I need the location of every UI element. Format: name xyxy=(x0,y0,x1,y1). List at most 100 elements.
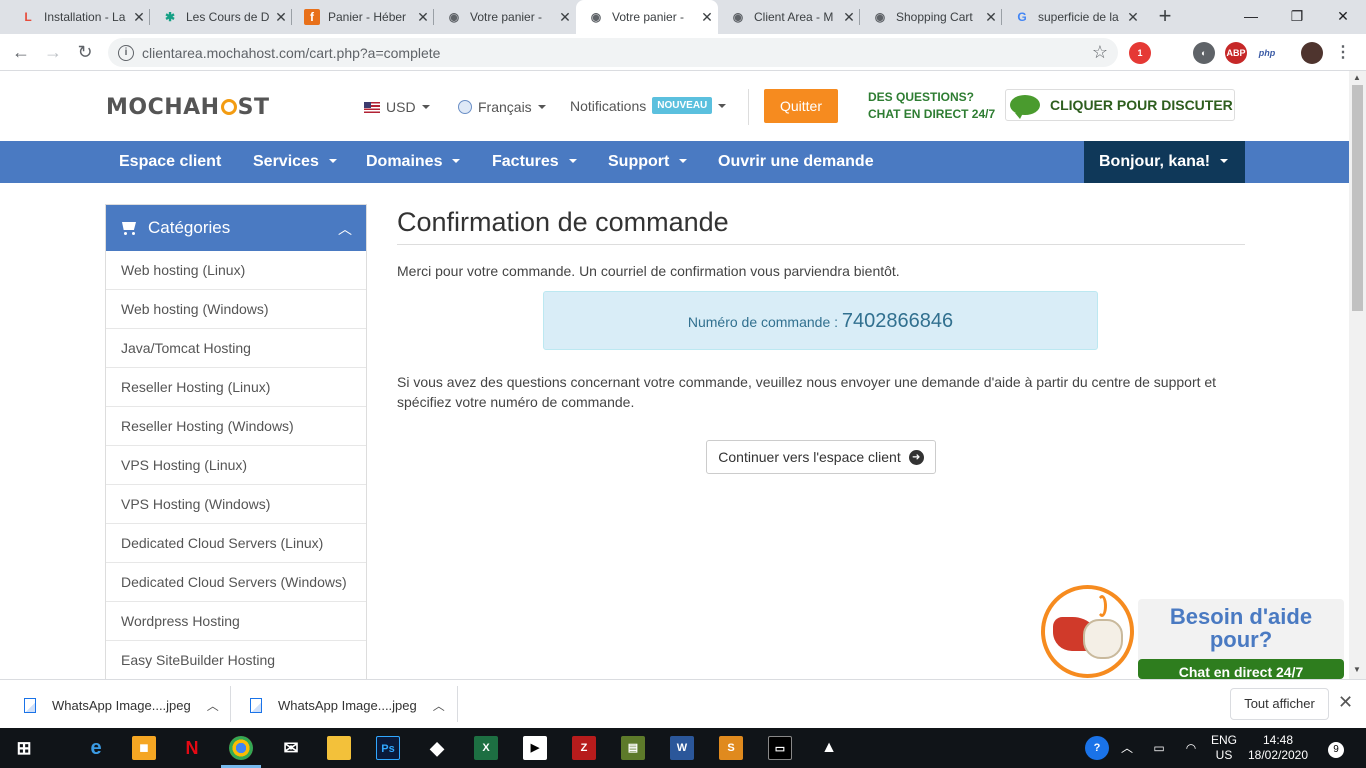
mascot-image[interactable] xyxy=(1041,585,1134,678)
live-chat-button[interactable]: Chat en direct 24/7 xyxy=(1138,659,1344,679)
photoshop-icon[interactable]: Ps xyxy=(376,736,400,760)
info-icon[interactable]: i xyxy=(118,44,134,61)
language-selector[interactable]: Français xyxy=(458,99,546,115)
download-item[interactable]: WhatsApp Image....jpeg ︿ xyxy=(24,686,219,724)
category-reseller-windows[interactable]: Reseller Hosting (Windows) xyxy=(106,407,366,446)
battery-icon[interactable]: ▭ xyxy=(1148,728,1170,768)
category-dedicated-windows[interactable]: Dedicated Cloud Servers (Windows) xyxy=(106,563,366,602)
wifi-icon[interactable]: ◠ xyxy=(1180,728,1202,768)
dropbox-icon[interactable]: ◆ xyxy=(425,736,449,760)
nav-support[interactable]: Support xyxy=(608,141,688,183)
clock[interactable]: 14:48 18/02/2020 xyxy=(1244,728,1312,768)
chevron-up-icon[interactable]: ︿ xyxy=(338,219,352,239)
download-item[interactable]: WhatsApp Image....jpeg ︿ xyxy=(250,686,445,724)
mochahost-logo[interactable]: MOCHAH ST xyxy=(106,95,269,120)
close-download-bar-icon[interactable]: ✕ xyxy=(1338,692,1353,713)
store-icon[interactable]: ◼ xyxy=(132,736,156,760)
word-icon[interactable]: W xyxy=(670,736,694,760)
chat-button[interactable]: CLIQUER POUR DISCUTER xyxy=(1005,89,1235,121)
nav-domains[interactable]: Domaines xyxy=(366,141,461,183)
photos-icon[interactable]: ▲ xyxy=(817,736,841,760)
windows-start-icon[interactable]: ⊞ xyxy=(12,736,36,760)
close-tab-icon[interactable]: ✕ xyxy=(1122,9,1144,26)
url-input[interactable]: i clientarea.mochahost.com/cart.php?a=co… xyxy=(108,38,1118,67)
edge-icon[interactable]: e xyxy=(84,736,108,760)
scroll-down-icon[interactable]: ▼ xyxy=(1353,665,1361,674)
scroll-up-icon[interactable]: ▲ xyxy=(1353,73,1361,82)
browser-tab[interactable]: L Installation - La ✕ xyxy=(8,0,150,34)
forward-icon[interactable]: → xyxy=(40,40,66,66)
continue-to-client-area-button[interactable]: Continuer vers l'espace client ➜ xyxy=(706,440,936,474)
help-widget[interactable]: Besoin d'aide pour? Chat en direct 24/7 xyxy=(1138,599,1344,679)
input-language[interactable]: ENG US xyxy=(1206,728,1242,768)
url-text: clientarea.mochahost.com/cart.php?a=comp… xyxy=(142,44,441,61)
nav-invoices[interactable]: Factures xyxy=(492,141,577,183)
excel-icon[interactable]: X xyxy=(474,736,498,760)
close-window-icon[interactable]: ✕ xyxy=(1320,0,1366,34)
category-vps-windows[interactable]: VPS Hosting (Windows) xyxy=(106,485,366,524)
close-tab-icon[interactable]: ✕ xyxy=(412,9,434,26)
nav-client-area[interactable]: Espace client xyxy=(119,141,221,183)
browser-tab[interactable]: f Panier - Héber ✕ xyxy=(292,0,434,34)
close-tab-icon[interactable]: ✕ xyxy=(980,9,1002,26)
command-prompt-icon[interactable]: ▭ xyxy=(768,736,792,760)
close-tab-icon[interactable]: ✕ xyxy=(128,9,150,26)
category-vps-linux[interactable]: VPS Hosting (Linux) xyxy=(106,446,366,485)
opera-extension-icon[interactable]: 1 xyxy=(1129,42,1151,64)
browser-tab[interactable]: G superficie de la ✕ xyxy=(1002,0,1144,34)
file-explorer-icon[interactable] xyxy=(327,736,351,760)
category-web-hosting-windows[interactable]: Web hosting (Windows) xyxy=(106,290,366,329)
action-center-icon[interactable]: 9 xyxy=(1322,728,1350,768)
terminal-app-icon[interactable]: ▤ xyxy=(621,736,645,760)
browser-tab[interactable]: ◉ Votre panier - ✕ xyxy=(434,0,576,34)
category-dedicated-linux[interactable]: Dedicated Cloud Servers (Linux) xyxy=(106,524,366,563)
help-icon[interactable]: ? xyxy=(1085,736,1109,760)
new-tab-icon[interactable]: + xyxy=(1154,4,1176,30)
tab-title: Panier - Héber xyxy=(328,10,407,24)
chrome-icon[interactable] xyxy=(229,736,253,760)
logout-button[interactable]: Quitter xyxy=(764,89,838,123)
profile-avatar[interactable] xyxy=(1301,42,1323,64)
page-scrollbar[interactable]: ▲ ▼ xyxy=(1349,71,1366,679)
category-java-tomcat[interactable]: Java/Tomcat Hosting xyxy=(106,329,366,368)
category-sitebuilder[interactable]: Easy SiteBuilder Hosting xyxy=(106,641,366,679)
minimize-icon[interactable]: — xyxy=(1228,0,1274,34)
filezilla-icon[interactable]: Z xyxy=(572,736,596,760)
tray-expand-icon[interactable]: ︿ xyxy=(1118,728,1136,768)
browser-tab[interactable]: ✱ Les Cours de D ✕ xyxy=(150,0,292,34)
php-extension-icon[interactable]: php xyxy=(1256,42,1278,64)
close-tab-icon[interactable]: ✕ xyxy=(270,9,292,26)
category-web-hosting-linux[interactable]: Web hosting (Linux) xyxy=(106,251,366,290)
close-tab-icon[interactable]: ✕ xyxy=(554,9,576,26)
dark-mode-extension-icon[interactable]: ◐ xyxy=(1193,42,1215,64)
browser-tab-active[interactable]: ◉ Votre panier - ✕ xyxy=(576,0,718,34)
restore-icon[interactable]: ❐ xyxy=(1274,0,1320,34)
currency-selector[interactable]: USD xyxy=(364,99,430,115)
scrollbar-thumb[interactable] xyxy=(1352,85,1363,311)
chevron-up-icon[interactable]: ︿ xyxy=(207,697,219,714)
reload-icon[interactable]: ↻ xyxy=(72,40,98,66)
nav-open-ticket[interactable]: Ouvrir une demande xyxy=(718,141,874,183)
show-all-downloads-button[interactable]: Tout afficher xyxy=(1230,688,1329,720)
categories-header[interactable]: Catégories ︿ xyxy=(106,205,366,251)
close-tab-icon[interactable]: ✕ xyxy=(696,9,718,26)
video-editor-icon[interactable]: ▶ xyxy=(523,736,547,760)
sublime-text-icon[interactable]: S xyxy=(719,736,743,760)
user-menu[interactable]: Bonjour, kana! xyxy=(1084,141,1245,183)
notifications-menu[interactable]: Notifications NOUVEAU xyxy=(570,97,727,114)
back-icon[interactable]: ← xyxy=(8,40,34,66)
chevron-up-icon[interactable]: ︿ xyxy=(433,697,445,714)
caret-down-icon xyxy=(537,105,546,109)
nav-services[interactable]: Services xyxy=(253,141,337,183)
browser-tab[interactable]: ◉ Client Area - M ✕ xyxy=(718,0,860,34)
browser-tab[interactable]: ◉ Shopping Cart ✕ xyxy=(860,0,1002,34)
adblock-extension-icon[interactable]: ABP xyxy=(1225,42,1247,64)
category-reseller-linux[interactable]: Reseller Hosting (Linux) xyxy=(106,368,366,407)
close-tab-icon[interactable]: ✕ xyxy=(838,9,860,26)
mail-icon[interactable]: ✉ xyxy=(279,736,303,760)
netflix-icon[interactable]: N xyxy=(180,736,204,760)
category-wordpress[interactable]: Wordpress Hosting xyxy=(106,602,366,641)
menu-icon[interactable]: ⋮ xyxy=(1332,42,1354,64)
globe-icon: ◉ xyxy=(732,10,744,24)
bookmark-star-icon[interactable]: ☆ xyxy=(1092,42,1108,63)
